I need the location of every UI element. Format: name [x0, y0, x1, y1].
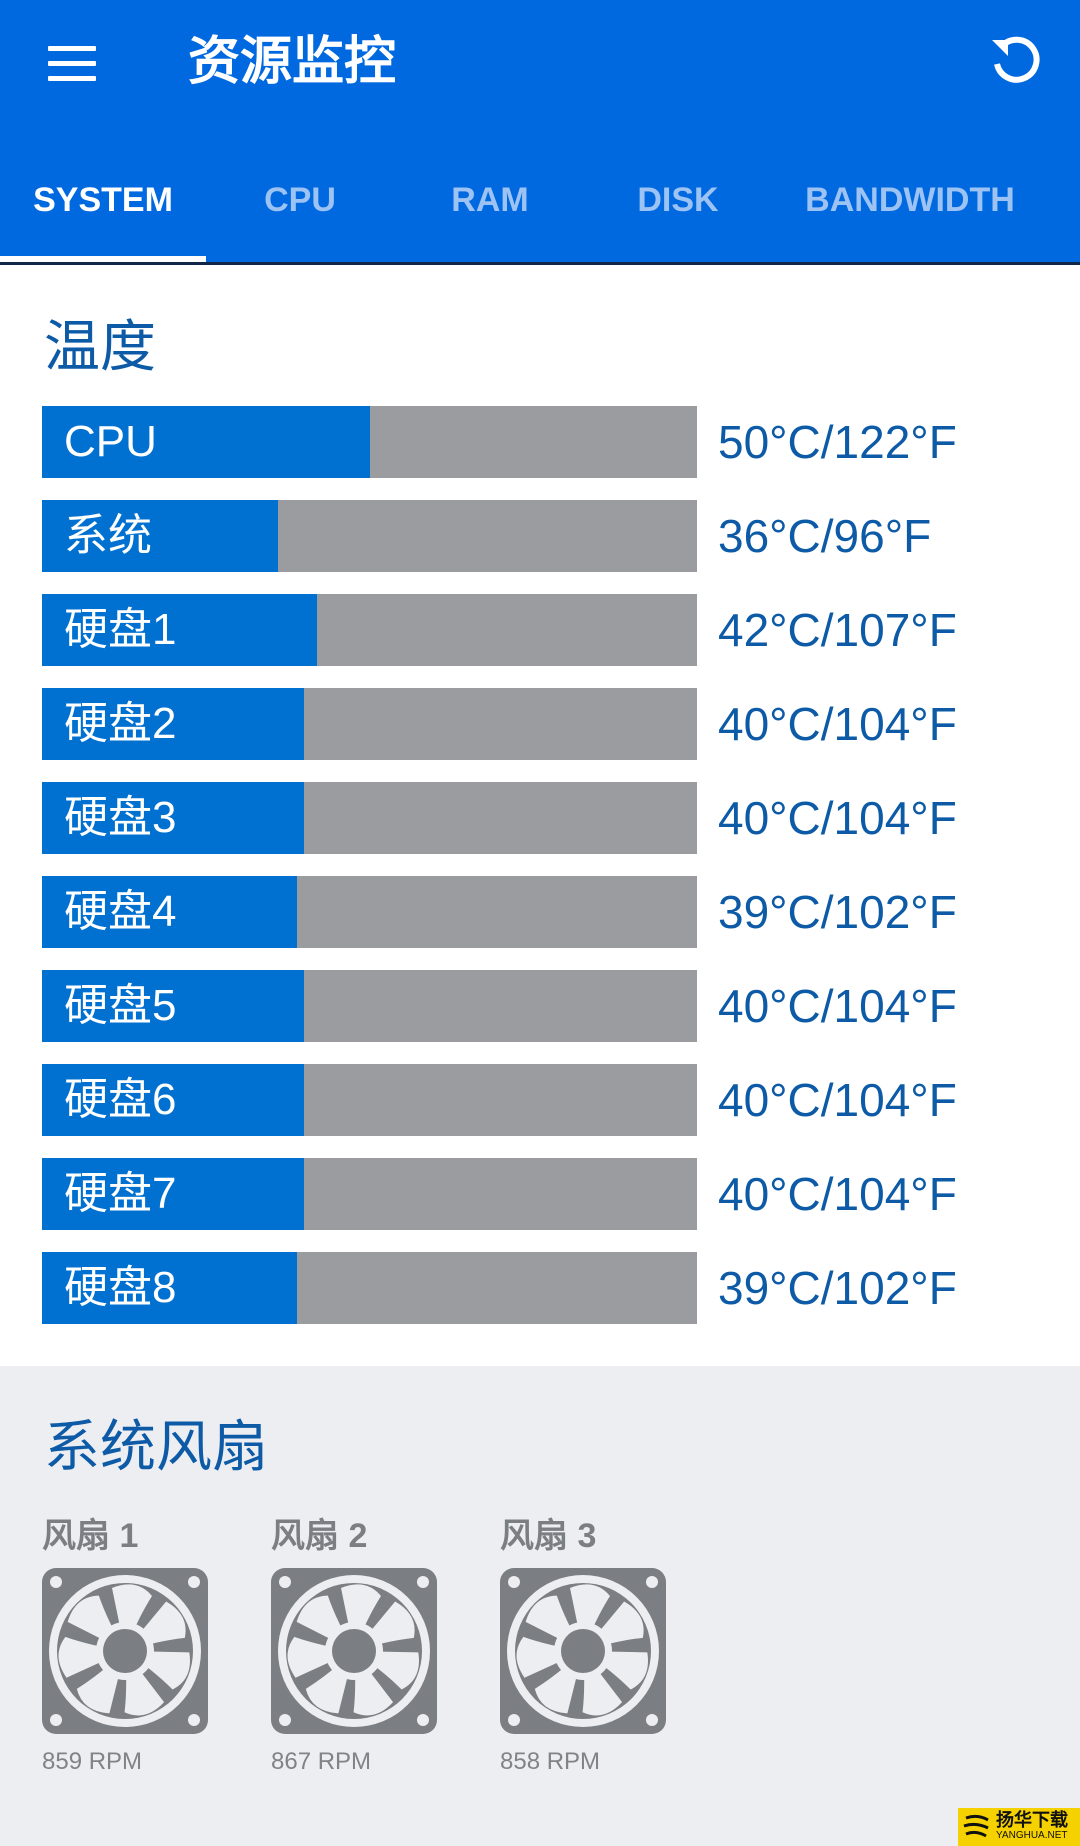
fan-icon: [271, 1568, 437, 1734]
temperature-value: 40°C/104°F: [718, 980, 957, 1032]
fan-rpm: 858 RPM: [500, 1748, 601, 1775]
temperature-value: 40°C/104°F: [718, 1074, 957, 1126]
temperature-label: 硬盘7: [64, 1169, 177, 1218]
temperature-value: 40°C/104°F: [718, 792, 957, 844]
tab-ram[interactable]: RAM: [440, 180, 540, 220]
watermark-logo: 扬华下载 YANGHUA.NET: [958, 1808, 1080, 1846]
temperature-bar-track: 硬盘4: [42, 876, 697, 948]
temperature-value: 42°C/107°F: [718, 604, 957, 656]
watermark-subtitle: YANGHUA.NET: [996, 1830, 1068, 1841]
temperature-row: 硬盘4 39°C/102°F: [42, 876, 1042, 948]
fan-item: 风扇 1 859 RPM: [42, 1516, 212, 1777]
fan-rpm: 867 RPM: [271, 1748, 372, 1775]
fan-name: 风扇 2: [271, 1517, 368, 1555]
fans-title: 系统风扇: [44, 1415, 268, 1478]
temperature-bar-track: 硬盘2: [42, 688, 697, 760]
temperature-label: 硬盘1: [64, 605, 177, 654]
temperature-row: 硬盘2 40°C/104°F: [42, 688, 1042, 760]
temperature-bar-track: CPU: [42, 406, 697, 478]
fan-item: 风扇 3 858 RPM: [500, 1516, 670, 1777]
temperature-label: 硬盘5: [64, 981, 177, 1030]
temperature-row: 硬盘1 42°C/107°F: [42, 594, 1042, 666]
temperature-bar-track: 硬盘5: [42, 970, 697, 1042]
tab-disk[interactable]: DISK: [628, 180, 728, 220]
temperature-row: 硬盘3 40°C/104°F: [42, 782, 1042, 854]
fan-name: 风扇 3: [500, 1517, 597, 1555]
temperature-bar-track: 硬盘1: [42, 594, 697, 666]
fan-name: 风扇 1: [42, 1517, 139, 1555]
tab-bar: SYSTEM CPU RAM DISK BANDWIDTH: [0, 160, 1080, 262]
fan-icon: [500, 1568, 666, 1734]
temperature-label: 系统: [64, 511, 152, 560]
temperature-label: 硬盘2: [64, 699, 177, 748]
temperature-row: 硬盘8 39°C/102°F: [42, 1252, 1042, 1324]
app-bar-shadow: [0, 262, 1080, 265]
temperature-value: 40°C/104°F: [718, 698, 957, 750]
app-bar: 资源监控 SYSTEM CPU RAM DISK BANDWIDTH: [0, 0, 1080, 262]
page-title: 资源监控: [188, 33, 397, 91]
hamburger-menu-icon[interactable]: [40, 38, 104, 88]
temperature-row: 系统 36°C/96°F: [42, 500, 1042, 572]
temperature-bar-track: 硬盘7: [42, 1158, 697, 1230]
temperature-value: 40°C/104°F: [718, 1168, 957, 1220]
temperature-value: 39°C/102°F: [718, 886, 957, 938]
temperature-value: 39°C/102°F: [718, 1262, 957, 1314]
fans-section: 系统风扇 风扇 1 859 RPM 风扇 2 867 RPM 风扇 3 858 …: [0, 1366, 1080, 1846]
temperature-value: 50°C/122°F: [718, 416, 957, 468]
temperature-label: 硬盘4: [64, 887, 177, 936]
temperature-label: 硬盘3: [64, 793, 177, 842]
temperature-title: 温度: [44, 315, 156, 378]
fan-rpm: 859 RPM: [42, 1748, 143, 1775]
watermark-icon: [963, 1814, 989, 1838]
temperature-bar-track: 硬盘6: [42, 1064, 697, 1136]
fan-item: 风扇 2 867 RPM: [271, 1516, 441, 1777]
temperature-bar-track: 硬盘3: [42, 782, 697, 854]
watermark-title: 扬华下载: [996, 1810, 1068, 1830]
temperature-label: 硬盘8: [64, 1263, 177, 1312]
temperature-bar-track: 硬盘8: [42, 1252, 697, 1324]
temperature-row: 硬盘5 40°C/104°F: [42, 970, 1042, 1042]
fan-icon: [42, 1568, 208, 1734]
temperature-label: 硬盘6: [64, 1075, 177, 1124]
temperature-row: CPU 50°C/122°F: [42, 406, 1042, 478]
tab-system[interactable]: SYSTEM: [30, 180, 176, 220]
refresh-icon[interactable]: [988, 34, 1042, 88]
temperature-row: 硬盘7 40°C/104°F: [42, 1158, 1042, 1230]
tab-cpu[interactable]: CPU: [250, 180, 350, 220]
temperature-row: 硬盘6 40°C/104°F: [42, 1064, 1042, 1136]
temperature-value: 36°C/96°F: [718, 510, 932, 562]
temperature-label: CPU: [64, 417, 157, 466]
temperature-bar-track: 系统: [42, 500, 697, 572]
tab-bandwidth[interactable]: BANDWIDTH: [800, 180, 1020, 220]
